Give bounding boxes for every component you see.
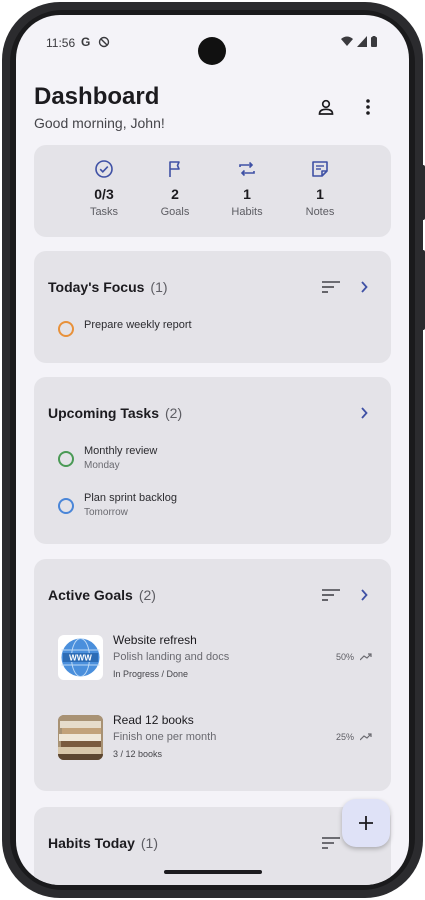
dnd-icon: [98, 36, 110, 48]
task-title: Prepare weekly report: [84, 319, 192, 331]
status-bar: 11:56 G: [16, 15, 409, 65]
goal-item[interactable]: Read 12 books Finish one per month 3 / 1…: [58, 713, 376, 765]
stat-habits[interactable]: 1 Habits: [217, 159, 277, 218]
card-header-title[interactable]: Today's Focus (1): [48, 279, 168, 295]
books-photo-icon: [58, 715, 103, 760]
stat-tasks[interactable]: 0/3 Tasks: [74, 159, 134, 218]
repeat-icon: [239, 161, 255, 177]
www-label: WWW: [69, 654, 92, 663]
more-options-button[interactable]: [356, 95, 380, 119]
stat-label: Habits: [231, 206, 263, 218]
home-indicator[interactable]: [164, 870, 262, 874]
greeting-text: Good morning, John!: [34, 115, 165, 131]
todays-focus-card: Today's Focus (1) Prepare weekly report: [34, 251, 391, 363]
upcoming-task-item[interactable]: Monthly review Monday: [58, 445, 157, 471]
signal-icon: [357, 36, 367, 47]
goal-title: Read 12 books: [113, 713, 194, 727]
check-circle-icon: [95, 160, 113, 178]
goal-percent: 25%: [335, 732, 354, 742]
person-icon: [318, 99, 334, 115]
goal-thumbnail: [58, 715, 103, 760]
card-count: (2): [138, 587, 156, 603]
open-focus-button[interactable]: [353, 276, 375, 298]
open-upcoming-button[interactable]: [353, 402, 375, 424]
stat-value: 2: [171, 186, 179, 202]
stat-notes[interactable]: 1 Notes: [290, 159, 350, 218]
task-checkbox[interactable]: [58, 498, 74, 514]
power-button: [421, 165, 425, 220]
card-title-text: Active Goals: [48, 587, 133, 603]
card-count: (1): [150, 279, 168, 295]
stat-value: 1: [316, 186, 324, 202]
battery-icon: [371, 36, 377, 47]
upcoming-task-item[interactable]: Plan sprint backlog Tomorrow: [58, 492, 177, 518]
upcoming-tasks-card: Upcoming Tasks (2) Monthly review Monday …: [34, 377, 391, 544]
chevron-right-icon: [361, 281, 368, 293]
chevron-right-icon: [361, 589, 368, 601]
goal-title: Website refresh: [113, 633, 197, 647]
card-title-text: Habits Today: [48, 835, 135, 851]
card-header-title[interactable]: Habits Today (1): [48, 835, 158, 851]
card-header-title[interactable]: Upcoming Tasks (2): [48, 405, 182, 421]
sort-icon: [322, 837, 340, 849]
flag-icon: [169, 161, 180, 177]
trending-up-icon: [360, 653, 372, 661]
chevron-right-icon: [361, 407, 368, 419]
stat-goals[interactable]: 2 Goals: [145, 159, 205, 218]
stat-label: Goals: [160, 206, 190, 218]
task-due: Tomorrow: [84, 507, 128, 518]
app-screen: 11:56 G Dashboard Good morning, John! 0/…: [16, 15, 409, 885]
status-icons: [341, 36, 377, 47]
goal-thumbnail: WWW: [58, 635, 103, 680]
card-title-text: Today's Focus: [48, 279, 145, 295]
volume-button: [421, 250, 425, 330]
task-title: Plan sprint backlog: [84, 492, 177, 504]
task-checkbox[interactable]: [58, 321, 74, 337]
card-title-text: Upcoming Tasks: [48, 405, 159, 421]
card-count: (2): [165, 405, 183, 421]
trending-up-icon: [360, 733, 372, 741]
goal-meta: In Progress / Done: [113, 669, 189, 679]
sort-button[interactable]: [320, 584, 342, 606]
card-header-title[interactable]: Active Goals (2): [48, 587, 156, 603]
sort-button[interactable]: [320, 832, 342, 854]
wifi-icon: [341, 36, 353, 46]
note-icon: [312, 161, 328, 177]
sort-icon: [322, 281, 340, 293]
page-title: Dashboard: [34, 83, 160, 110]
goal-description: Polish landing and docs: [113, 651, 230, 663]
active-goals-card: Active Goals (2) WWW Website refresh Pol…: [34, 559, 391, 791]
goal-meta: 3 / 12 books: [113, 749, 163, 759]
open-goals-button[interactable]: [353, 584, 375, 606]
task-due: Monday: [84, 460, 120, 471]
plus-icon: [359, 816, 373, 830]
status-time: 11:56: [46, 36, 76, 50]
stat-value: 0/3: [94, 186, 114, 202]
add-button[interactable]: [342, 799, 390, 847]
stat-label: Tasks: [89, 206, 119, 218]
goal-percent: 50%: [335, 652, 354, 662]
profile-button[interactable]: [314, 95, 338, 119]
card-count: (1): [140, 835, 158, 851]
task-checkbox[interactable]: [58, 451, 74, 467]
sort-icon: [322, 589, 340, 601]
more-vert-icon: [366, 99, 370, 115]
goal-item[interactable]: WWW Website refresh Polish landing and d…: [58, 633, 376, 685]
task-title: Monthly review: [84, 445, 158, 457]
goal-description: Finish one per month: [113, 731, 217, 743]
www-globe-icon: WWW: [61, 638, 100, 677]
sort-button[interactable]: [320, 276, 342, 298]
camera-cutout: [198, 37, 226, 65]
focus-task-item[interactable]: Prepare weekly report: [58, 319, 192, 337]
google-icon: G: [81, 35, 91, 49]
stat-label: Notes: [305, 206, 335, 218]
stat-value: 1: [243, 186, 251, 202]
stats-summary-card: 0/3 Tasks 2 Goals 1 Habits 1 Notes: [34, 145, 391, 237]
